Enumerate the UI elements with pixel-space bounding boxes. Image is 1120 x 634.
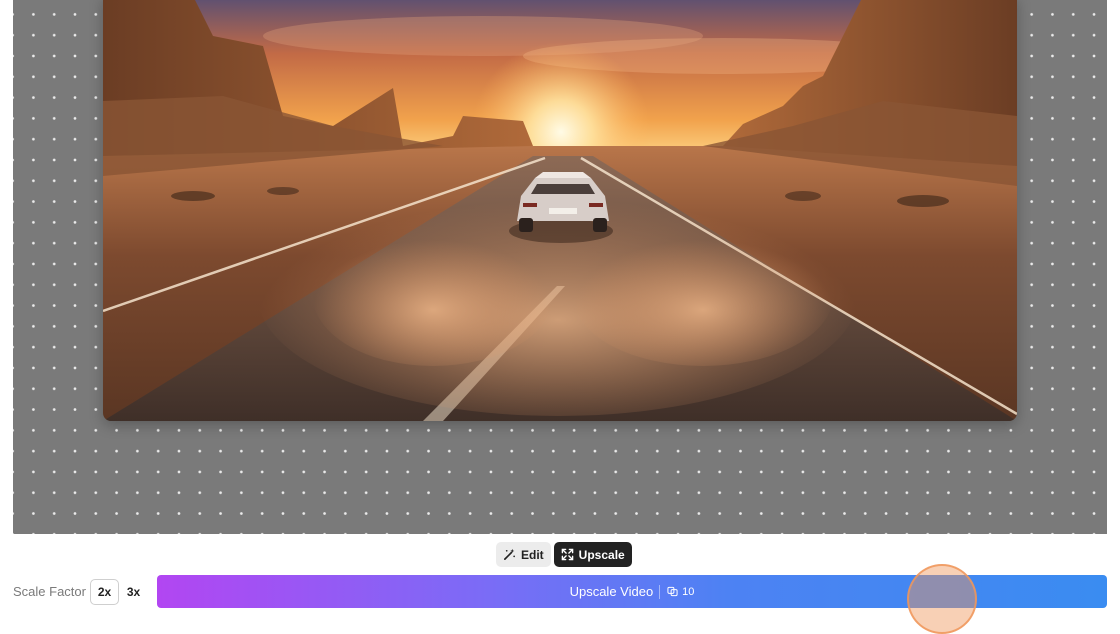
video-preview[interactable] — [103, 0, 1017, 421]
scale-option-3x[interactable]: 3x — [119, 579, 148, 605]
scale-factor-label: Scale Factor — [13, 584, 86, 599]
video-frame-image — [103, 0, 1017, 421]
scale-option-2x[interactable]: 2x — [90, 579, 119, 605]
credits-cost: 10 — [667, 586, 694, 598]
credits-coins-icon — [667, 586, 678, 597]
credits-value: 10 — [682, 585, 695, 598]
upscale-video-label: Upscale Video — [569, 584, 654, 599]
magic-wand-icon — [503, 548, 516, 561]
edit-tab-label: Edit — [521, 547, 544, 562]
mode-toggle: Edit Upscale — [496, 542, 632, 567]
expand-icon — [561, 548, 574, 561]
button-divider — [659, 584, 661, 599]
upscale-tab[interactable]: Upscale — [553, 542, 632, 567]
upscale-video-button[interactable]: Upscale Video 10 — [157, 575, 1107, 608]
edit-tab[interactable]: Edit — [496, 542, 551, 567]
upscale-tab-label: Upscale — [578, 547, 625, 562]
video-canvas — [13, 0, 1107, 534]
